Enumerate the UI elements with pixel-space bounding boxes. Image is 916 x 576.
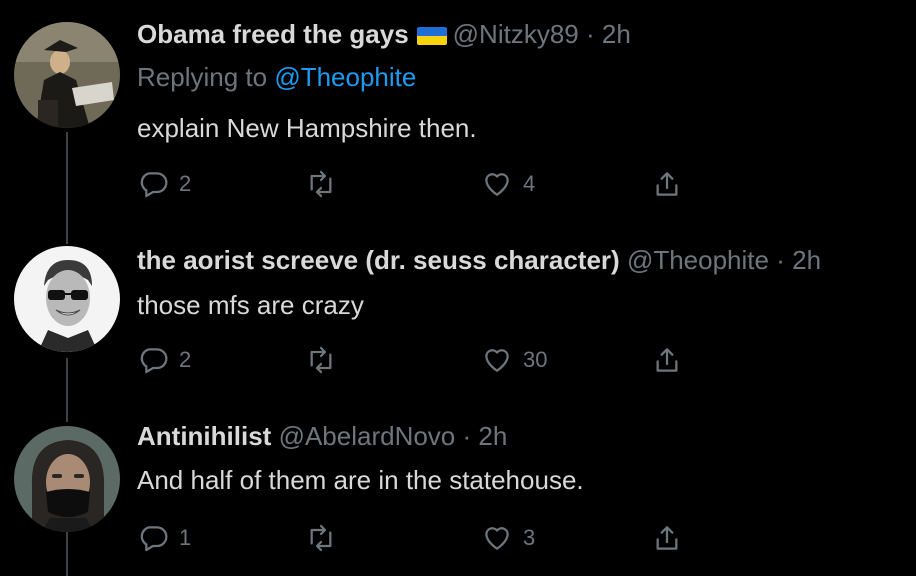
- display-name[interactable]: Antinihilist: [137, 421, 271, 451]
- separator-dot: ·: [585, 19, 595, 49]
- like-count: 3: [523, 525, 536, 550]
- like-button[interactable]: 3: [481, 518, 535, 558]
- timestamp[interactable]: 2h: [478, 421, 507, 451]
- retweet-icon: [310, 170, 332, 198]
- tweet-header: Antinihilist @AbelardNovo · 2h: [137, 420, 507, 452]
- timestamp[interactable]: 2h: [602, 19, 631, 49]
- reply-button[interactable]: 1: [137, 518, 191, 558]
- action-bar: 2 4: [137, 164, 697, 204]
- like-count: 30: [523, 347, 548, 372]
- avatar[interactable]: [14, 246, 120, 352]
- user-handle[interactable]: @AbelardNovo: [279, 421, 456, 451]
- avatar[interactable]: [14, 426, 120, 532]
- user-handle[interactable]: @Theophite: [627, 245, 769, 275]
- replying-to-link[interactable]: @Theophite: [274, 62, 416, 92]
- retweet-button[interactable]: [305, 518, 347, 558]
- reply-icon: [140, 526, 168, 552]
- retweet-button[interactable]: [305, 164, 347, 204]
- tweet[interactable]: Obama freed the gays @Nitzky89 · 2h Reply…: [0, 0, 916, 220]
- reply-icon: [140, 172, 168, 198]
- retweet-icon: [310, 346, 332, 374]
- heart-icon: [485, 173, 509, 196]
- action-bar: 1 3: [137, 518, 697, 558]
- heart-icon: [485, 349, 509, 372]
- tweet-text: explain New Hampshire then.: [137, 113, 477, 143]
- separator-dot: ·: [776, 245, 785, 275]
- share-button[interactable]: [651, 518, 683, 558]
- tweet-text: And half of them are in the statehouse.: [137, 465, 584, 495]
- avatar[interactable]: [14, 22, 120, 128]
- heart-icon: [485, 527, 509, 550]
- share-icon: [656, 348, 678, 372]
- reply-count: 1: [179, 525, 192, 550]
- user-handle[interactable]: @Nitzky89: [453, 19, 579, 49]
- reply-context: Replying to @Theophite: [137, 61, 416, 93]
- reply-count: 2: [179, 171, 192, 196]
- action-bar: 2 30: [137, 340, 697, 380]
- reply-icon: [140, 348, 168, 374]
- share-icon: [656, 172, 678, 196]
- ukraine-flag-icon: [416, 27, 447, 45]
- display-name[interactable]: Obama freed the gays: [137, 19, 409, 49]
- tweet-header: the aorist screeve (dr. seuss character)…: [137, 244, 821, 276]
- tweet[interactable]: the aorist screeve (dr. seuss character)…: [0, 220, 916, 400]
- reply-button[interactable]: 2: [137, 340, 191, 380]
- share-button[interactable]: [651, 164, 683, 204]
- like-count: 4: [523, 171, 536, 196]
- tweet-header: Obama freed the gays @Nitzky89 · 2h: [137, 18, 631, 50]
- like-button[interactable]: 4: [481, 164, 535, 204]
- reply-count: 2: [179, 347, 192, 372]
- retweet-icon: [310, 524, 332, 552]
- tweet-text: those mfs are crazy: [137, 290, 364, 320]
- tweet[interactable]: Antinihilist @AbelardNovo · 2h And half …: [0, 400, 916, 576]
- share-icon: [656, 526, 678, 550]
- timestamp[interactable]: 2h: [792, 245, 821, 275]
- share-button[interactable]: [651, 340, 683, 380]
- reply-button[interactable]: 2: [137, 164, 191, 204]
- display-name[interactable]: the aorist screeve (dr. seuss character): [137, 245, 620, 275]
- like-button[interactable]: 30: [481, 340, 547, 380]
- separator-dot: ·: [462, 421, 472, 451]
- replying-to-label: Replying to: [137, 62, 268, 92]
- retweet-button[interactable]: [305, 340, 347, 380]
